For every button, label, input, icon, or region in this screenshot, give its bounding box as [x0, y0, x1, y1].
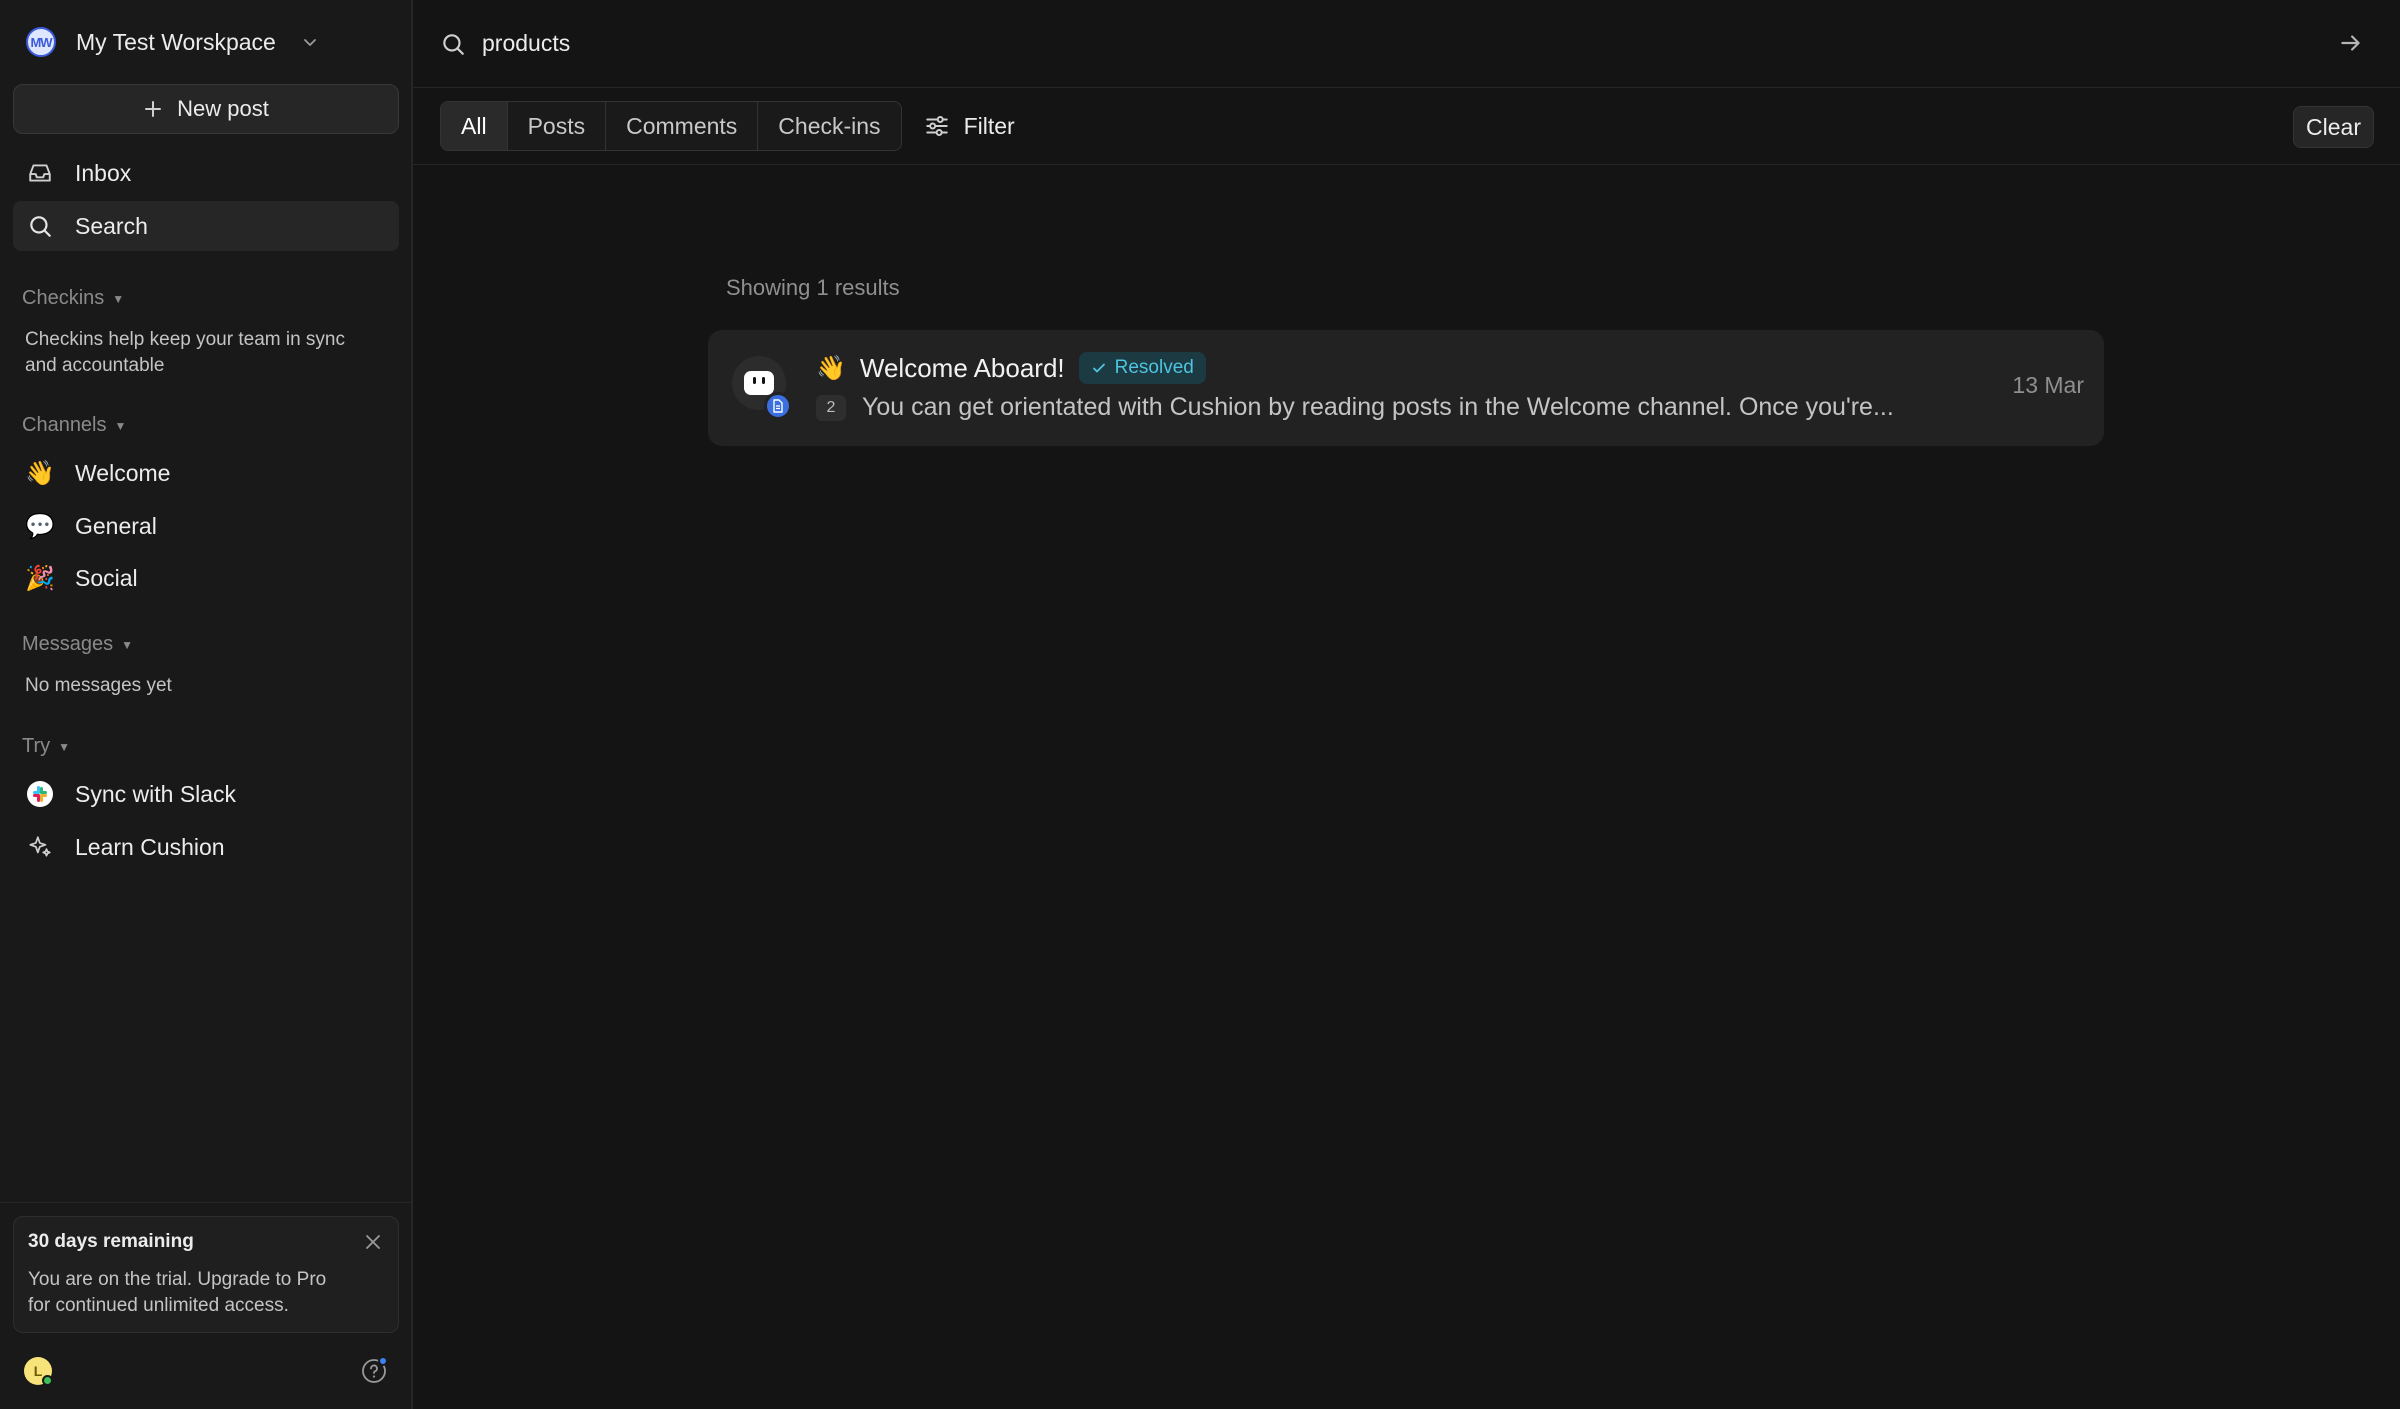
- trial-title: 30 days remaining: [28, 1231, 194, 1252]
- sidebar-divider: [0, 1202, 411, 1203]
- search-bar: [413, 0, 2400, 88]
- status-badge: Resolved: [1078, 352, 1206, 384]
- workspace-switcher[interactable]: MW My Test Worskpace: [26, 22, 318, 62]
- search-input[interactable]: [482, 30, 1982, 57]
- section-title: Channels: [22, 414, 107, 436]
- checkins-description-line: Checkins help keep your team in sync: [25, 329, 345, 350]
- section-title: Try: [22, 735, 51, 757]
- status-label: Resolved: [1114, 357, 1194, 378]
- filter-label: Filter: [963, 112, 1015, 139]
- party-popper-icon: 🎉: [25, 564, 55, 592]
- arrow-right-icon[interactable]: [2338, 30, 2364, 56]
- results-count: Showing 1 results: [726, 275, 900, 300]
- check-icon: [1092, 363, 1105, 373]
- online-status-dot: [42, 1375, 53, 1386]
- result-excerpt: You can get orientated with Cushion by r…: [862, 393, 1894, 421]
- caret-down-icon: ▼: [112, 291, 125, 306]
- waving-hand-icon: 👋: [25, 459, 55, 487]
- document-icon: [773, 399, 783, 413]
- trial-body-line: You are on the trial. Upgrade to Pro: [28, 1269, 327, 1290]
- slack-icon: [27, 781, 53, 807]
- messages-empty-text: No messages yet: [25, 675, 172, 696]
- messages-section-toggle[interactable]: Messages ▼: [22, 633, 133, 656]
- reply-count-badge: 2: [816, 394, 846, 421]
- caret-down-icon: ▼: [114, 418, 127, 433]
- result-title-row: 👋 Welcome Aboard! Resolved: [816, 352, 1206, 384]
- sidebar-item-label: Search: [75, 212, 148, 239]
- section-title: Messages: [22, 633, 114, 655]
- search-icon: [27, 213, 53, 239]
- workspace-logo: MW: [26, 27, 56, 57]
- close-icon[interactable]: [364, 1233, 382, 1251]
- checkins-section-toggle[interactable]: Checkins ▼: [22, 287, 124, 310]
- checkins-description-line: and accountable: [25, 355, 165, 376]
- sidebar-item-label: Learn Cushion: [75, 833, 225, 860]
- channels-section-toggle[interactable]: Channels ▼: [22, 414, 126, 437]
- tab-all[interactable]: All: [441, 102, 508, 150]
- workspace-name: My Test Worskpace: [76, 28, 276, 55]
- plus-icon: [145, 101, 162, 117]
- sidebar-item-general[interactable]: 💬 General: [13, 501, 399, 551]
- sidebar-item-label: Welcome: [75, 459, 171, 486]
- new-post-button[interactable]: New post: [13, 84, 399, 134]
- sidebar-item-label: Social: [75, 564, 138, 591]
- sidebar-item-learn-cushion[interactable]: Learn Cushion: [13, 822, 399, 872]
- sidebar-item-inbox[interactable]: Inbox: [13, 148, 399, 198]
- post-type-badge: [764, 392, 792, 420]
- caret-down-icon: ▼: [121, 637, 134, 652]
- sidebar-item-sync-slack[interactable]: Sync with Slack: [13, 769, 399, 819]
- sparkle-icon: [27, 834, 53, 860]
- speech-bubble-icon: 💬: [25, 512, 55, 540]
- search-result-item[interactable]: 👋 Welcome Aboard! Resolved 2 You can get…: [708, 330, 2104, 446]
- tab-comments[interactable]: Comments: [606, 102, 759, 150]
- sidebar: MW My Test Worskpace New post Inbox Sear…: [0, 0, 413, 1409]
- tab-check-ins[interactable]: Check-ins: [758, 102, 900, 150]
- clear-button[interactable]: Clear: [2293, 106, 2374, 148]
- sidebar-item-welcome[interactable]: 👋 Welcome: [13, 448, 399, 498]
- sidebar-item-label: Inbox: [75, 159, 132, 186]
- main-content: All Posts Comments Check-ins Filter Clea…: [413, 0, 2400, 1409]
- inbox-icon: [27, 160, 53, 186]
- result-title: Welcome Aboard!: [859, 352, 1065, 383]
- caret-down-icon: ▼: [58, 739, 71, 754]
- try-section-toggle[interactable]: Try ▼: [22, 735, 70, 758]
- tab-posts[interactable]: Posts: [508, 102, 607, 150]
- filter-button[interactable]: Filter: [924, 113, 1015, 140]
- filter-bar: All Posts Comments Check-ins Filter Clea…: [413, 88, 2400, 165]
- result-type-tabs: All Posts Comments Check-ins: [440, 101, 902, 151]
- app-root: MW My Test Worskpace New post Inbox Sear…: [0, 0, 2400, 1409]
- sliders-icon: [925, 116, 948, 136]
- sidebar-item-search[interactable]: Search: [13, 201, 399, 251]
- sidebar-item-social[interactable]: 🎉 Social: [13, 553, 399, 603]
- trial-body: You are on the trial. Upgrade to Pro for…: [28, 1267, 384, 1319]
- trial-notice: 30 days remaining You are on the trial. …: [13, 1216, 399, 1333]
- new-post-label: New post: [177, 96, 269, 121]
- chevron-down-icon: [303, 39, 316, 46]
- sidebar-item-label: Sync with Slack: [75, 780, 237, 807]
- checkins-description: Checkins help keep your team in sync and…: [25, 327, 345, 379]
- result-date: 13 Mar: [2012, 372, 2084, 398]
- search-icon: [443, 33, 464, 55]
- waving-hand-icon: 👋: [816, 354, 846, 382]
- notification-dot: [378, 1356, 388, 1366]
- section-title: Checkins: [22, 287, 105, 309]
- result-body-row: 2 You can get orientated with Cushion by…: [816, 393, 1894, 422]
- trial-body-line: for continued unlimited access.: [28, 1295, 289, 1316]
- sidebar-item-label: General: [75, 512, 157, 539]
